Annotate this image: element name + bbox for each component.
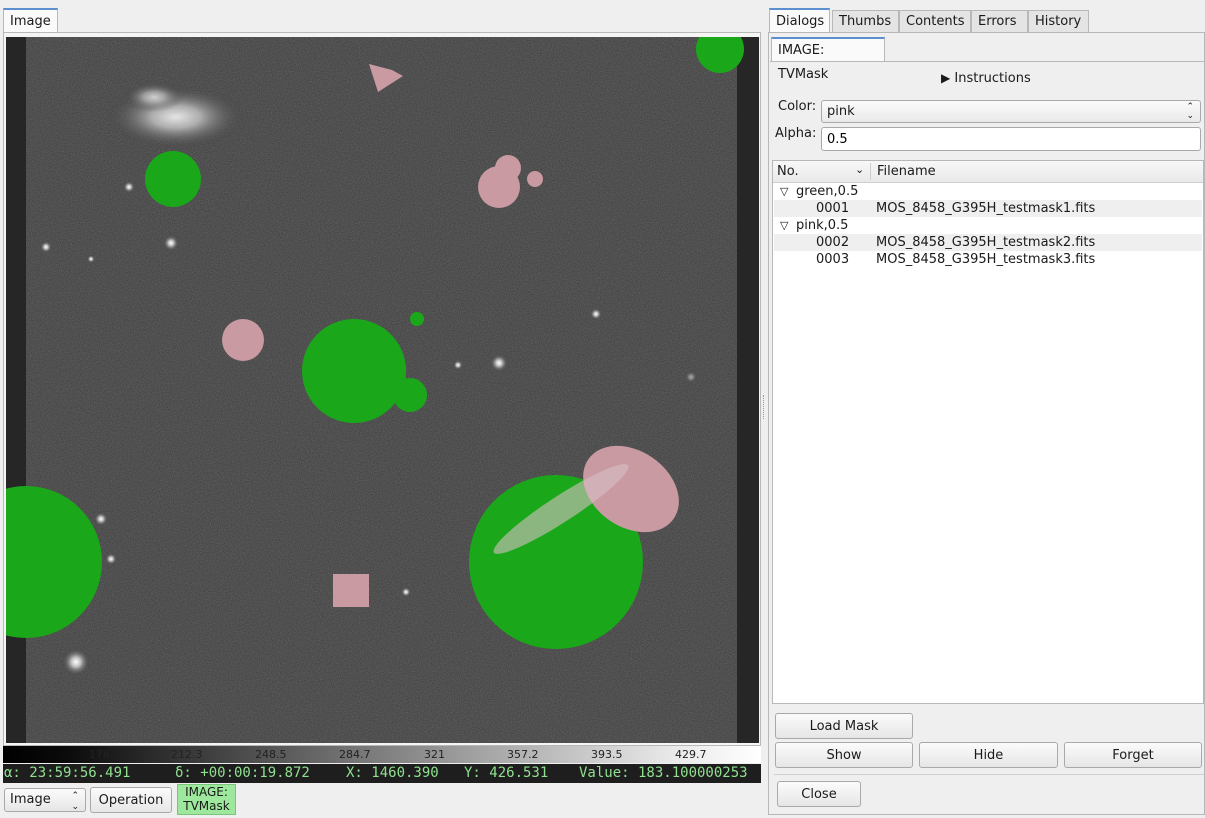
view-select-value: Image [10, 792, 51, 807]
updown-icon: ⌃ ⌄ [71, 791, 79, 812]
colorbar-tick: 357.2 [507, 748, 539, 761]
view-select[interactable]: Image ⌃ ⌄ [4, 788, 86, 812]
tab-plugin-tvmask[interactable]: IMAGE: TVMask [771, 37, 885, 82]
colorbar[interactable]: 176 212.3 248.5 284.7 321 357.2 393.5 42… [3, 746, 761, 763]
hide-button[interactable]: Hide [919, 742, 1058, 768]
triangle-right-icon: ▶ [941, 71, 951, 85]
tab-image-label: Image [10, 14, 51, 29]
column-header-filename[interactable]: Filename [877, 164, 936, 179]
color-select-value: pink [827, 104, 855, 119]
tab-history[interactable]: History [1028, 10, 1089, 32]
x-readout: X: 1460.390 [346, 765, 439, 781]
colorbar-tick: 176 [89, 748, 110, 761]
value-readout: Value: 183.100000253 [579, 765, 748, 781]
group-label: green,0.5 [796, 184, 859, 199]
tab-thumbs[interactable]: Thumbs [832, 10, 899, 32]
updown-icon: ⌃ ⌄ [1186, 102, 1194, 121]
tab-thumbs-label: Thumbs [839, 14, 892, 29]
tree-group-pink[interactable]: ▽ pink,0.5 [774, 217, 1202, 234]
colorbar-tick: 248.5 [255, 748, 287, 761]
close-button[interactable]: Close [777, 781, 861, 807]
tab-dialogs-label: Dialogs [776, 14, 825, 29]
instructions-toggle[interactable]: ▶ Instructions [941, 68, 1031, 88]
tree-group-green[interactable]: ▽ green,0.5 [774, 183, 1202, 200]
triangle-down-icon[interactable]: ▽ [780, 217, 788, 234]
table-row[interactable]: 0003 MOS_8458_G395H_testmask3.fits [774, 251, 1202, 268]
image-viewer[interactable] [6, 37, 759, 743]
dec-readout: δ: +00:00:19.872 [175, 765, 310, 781]
colorbar-tick: 321 [424, 748, 445, 761]
group-label: pink,0.5 [796, 218, 849, 233]
column-header-no[interactable]: No. [777, 164, 799, 179]
plugin-indicator[interactable]: IMAGE: TVMask [177, 784, 236, 815]
tab-errors[interactable]: Errors [971, 10, 1028, 32]
table-row[interactable]: 0002 MOS_8458_G395H_testmask2.fits [774, 234, 1202, 251]
tab-dialogs[interactable]: Dialogs [769, 8, 830, 32]
mask-tree[interactable]: No. ⌄ Filename ▽ green,0.5 0001 MOS_8458… [772, 160, 1204, 704]
column-divider [870, 163, 871, 180]
tree-header: No. ⌄ Filename [773, 161, 1203, 183]
sort-chevron-icon[interactable]: ⌄ [855, 163, 864, 176]
row-filename: MOS_8458_G395H_testmask1.fits [876, 201, 1096, 216]
alpha-input[interactable] [821, 127, 1201, 151]
colorbar-tick: 393.5 [591, 748, 623, 761]
colorbar-tick: 212.3 [171, 748, 203, 761]
row-number: 0002 [816, 235, 850, 250]
instructions-label: Instructions [954, 71, 1031, 86]
colorbar-tick: 429.7 [675, 748, 707, 761]
table-row[interactable]: 0001 MOS_8458_G395H_testmask1.fits [774, 200, 1202, 217]
show-button[interactable]: Show [775, 742, 913, 768]
tab-image[interactable]: Image [3, 8, 58, 32]
color-label: Color: [778, 99, 817, 114]
tab-history-label: History [1035, 14, 1082, 29]
tab-contents-label: Contents [906, 14, 965, 29]
triangle-down-icon[interactable]: ▽ [780, 183, 788, 200]
plugin-indicator-line1: IMAGE: [185, 785, 228, 799]
alpha-label: Alpha: [775, 126, 817, 141]
coordinate-readout: α: 23:59:56.491 δ: +00:00:19.872 X: 1460… [3, 764, 761, 783]
plugin-indicator-line2: TVMask [183, 799, 230, 813]
row-filename: MOS_8458_G395H_testmask2.fits [876, 235, 1096, 250]
forget-button[interactable]: Forget [1064, 742, 1202, 768]
astronomy-image[interactable] [6, 37, 759, 743]
splitter-handle[interactable] [763, 395, 767, 419]
colorbar-tick: 284.7 [339, 748, 371, 761]
row-number: 0001 [816, 201, 850, 216]
tab-errors-label: Errors [978, 14, 1017, 29]
row-filename: MOS_8458_G395H_testmask3.fits [876, 252, 1096, 267]
load-mask-button[interactable]: Load Mask [775, 713, 913, 739]
color-select[interactable]: pink ⌃ ⌄ [821, 100, 1201, 123]
row-number: 0003 [816, 252, 850, 267]
tab-contents[interactable]: Contents [899, 10, 971, 32]
y-readout: Y: 426.531 [464, 765, 549, 781]
ra-readout: α: 23:59:56.491 [4, 765, 131, 781]
operation-button[interactable]: Operation [90, 787, 172, 813]
